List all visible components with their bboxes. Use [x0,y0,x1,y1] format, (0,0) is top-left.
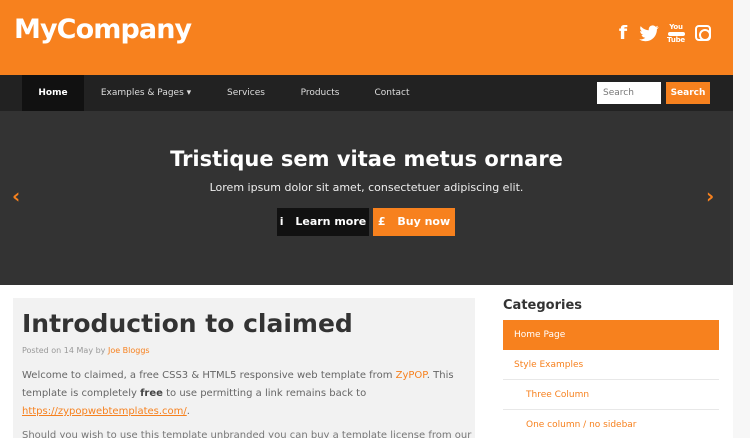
youtube-icon[interactable]: You Tube [666,22,686,44]
article-line-1-end: . This [426,370,454,381]
brand-logo[interactable]: MyCompany [14,14,192,45]
author-link[interactable]: Joe Bloggs [108,346,150,355]
post-meta: Posted on 14 May by Joe Bloggs [22,346,150,355]
page: MyCompany f You Tube Home Examples & Pag… [0,0,750,438]
category-style-examples[interactable]: Style Examples [503,350,719,380]
category-one-column-no-sidebar[interactable]: One column / no sidebar [503,410,719,438]
youtube-icon-text-bottom: Tube [667,35,685,44]
article-line-4: Should you wish to use this template unb… [22,430,472,438]
nav-home[interactable]: Home [22,75,84,111]
right-strip [733,0,750,438]
article-line-3-end: . [186,406,190,417]
nav-products[interactable]: Products [295,75,345,111]
article-line-1-text: Welcome to claimed, a free CSS3 & HTML5 … [22,370,396,381]
nav-contact[interactable]: Contact [370,75,414,111]
hero-slider [0,111,733,285]
pound-icon: £ [377,215,386,228]
article-line-3: https://zypopwebtemplates.com/. [22,406,190,417]
article-line-2-end: to use permitting a link remains back to [162,388,367,399]
free-word: free [140,388,163,399]
sidebar-title: Categories [503,298,583,313]
article-line-2-text: template is completely [22,388,141,399]
search-button[interactable]: Search [666,82,710,104]
hero-subtitle: Lorem ipsum dolor sit amet, consectetuer… [209,181,524,194]
info-icon: i [279,215,284,228]
nav-services[interactable]: Services [220,75,272,111]
category-three-column[interactable]: Three Column [503,380,719,410]
buy-now-button[interactable]: £ Buy now [373,208,455,236]
twitter-icon[interactable] [639,23,659,43]
category-home-page[interactable]: Home Page [503,320,719,350]
article-line-1: Welcome to claimed, a free CSS3 & HTML5 … [22,370,454,381]
buy-now-label: Buy now [397,215,451,228]
instagram-icon-shape [695,25,711,41]
article-title: Introduction to claimed [22,309,353,338]
youtube-icon-text-top: You [669,22,683,31]
nav-examples-pages[interactable]: Examples & Pages ▾ [98,75,194,111]
zypop-url-link[interactable]: https://zypopwebtemplates.com/ [22,406,187,417]
search-input[interactable] [597,82,661,104]
learn-more-button[interactable]: i Learn more [277,208,369,236]
article-line-2: template is completely free to use permi… [22,388,366,399]
facebook-icon[interactable]: f [615,22,631,44]
learn-more-label: Learn more [295,215,367,228]
instagram-icon[interactable] [694,23,712,43]
hero-title: Tristique sem vitae metus ornare [170,147,563,171]
zypop-link[interactable]: ZyPOP [396,370,427,381]
post-meta-prefix: Posted on 14 May by [22,346,106,355]
top-header: MyCompany f You Tube [0,0,733,75]
